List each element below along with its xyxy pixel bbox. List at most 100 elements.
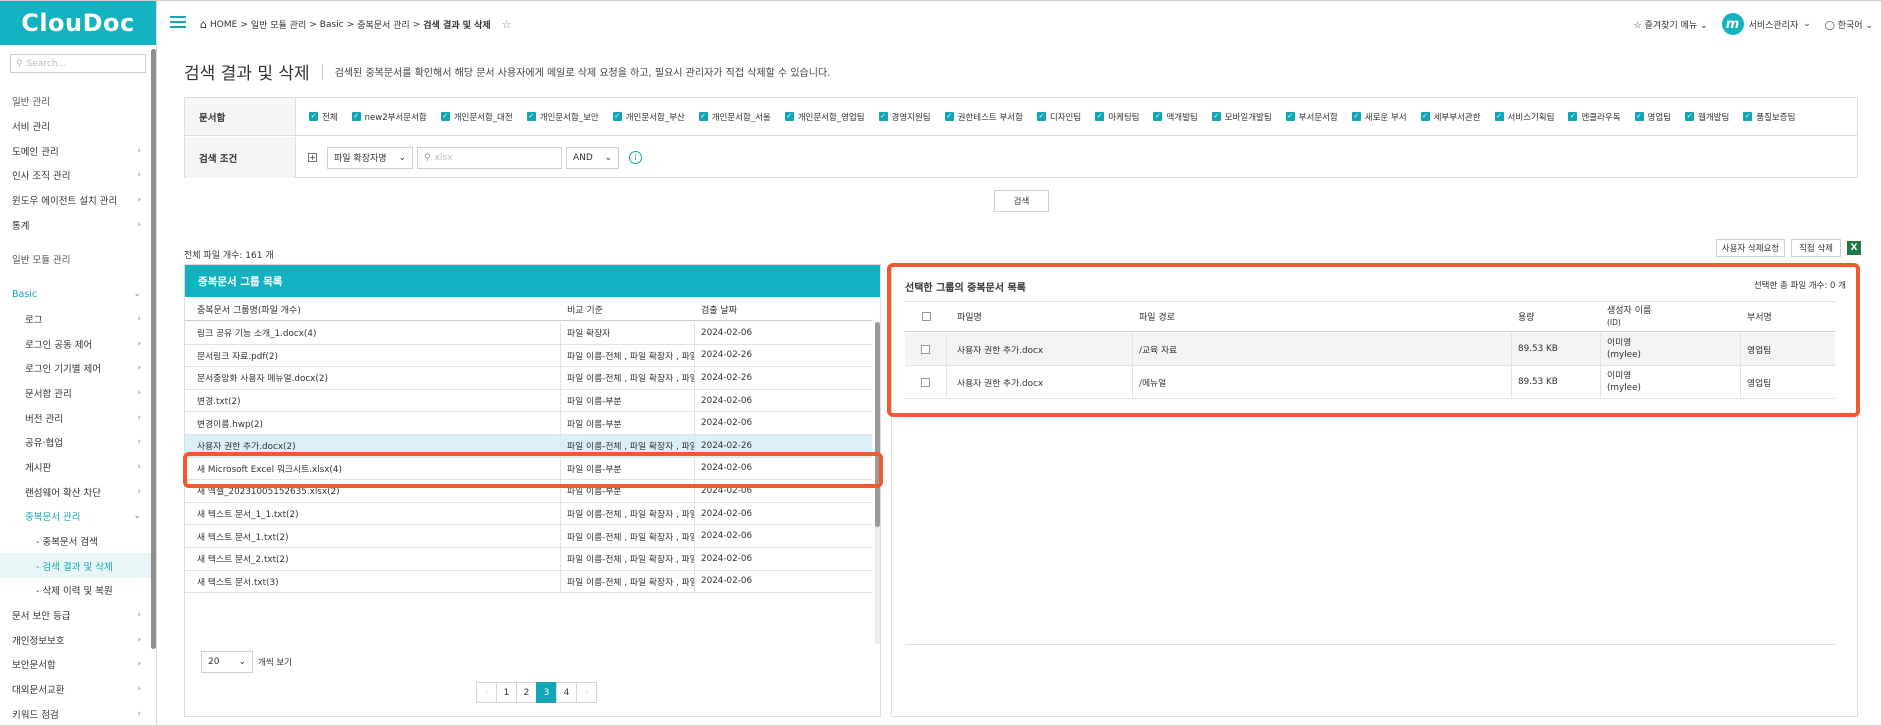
excel-export-icon[interactable]: X [1847,241,1861,255]
checkbox-checked-icon: ✓ [1036,112,1046,121]
checkbox-checked-icon: ✓ [526,112,536,121]
sidebar-item-login-device[interactable]: 로그인 기기별 제어 › [0,356,151,381]
docbox-checkbox[interactable]: ✓ 전체 [309,111,338,123]
breadcrumb-home[interactable]: HOME [210,20,237,30]
breadcrumb-duplicate[interactable]: 중복문서 관리 [357,18,410,31]
prev-page-button[interactable]: ‹ [476,682,497,703]
sidebar-item-security-grade[interactable]: 문서 보안 등급 › [0,603,151,628]
sidebar-item-keyword[interactable]: 키워드 점검 › [0,702,151,726]
date-cell: 2024-02-06 [701,508,753,519]
page-button[interactable]: 4 [556,682,577,703]
docbox-checkbox[interactable]: ✓ 마케팅팀 [1095,111,1139,123]
docbox-checkbox[interactable]: ✓ 세부부서관한 [1420,111,1481,123]
next-page-button[interactable]: › [576,682,597,703]
home-icon[interactable]: ⌂ [200,18,207,31]
docbox-checkbox[interactable]: ✓ 엔클라우독 [1568,111,1621,123]
sidebar-item-general[interactable]: 일반 관리 [0,89,151,114]
docbox-checkbox[interactable]: ✓ 새로운 부서 [1351,111,1407,123]
table-row[interactable]: 변경.txt(2) 파일 이름-부분 2024-02-06 [185,389,872,413]
breadcrumb-module[interactable]: 일반 모듈 관리 [251,18,306,31]
sidebar-item-domain[interactable]: 도메인 관리 › [0,138,151,163]
col-date[interactable]: 검출 날짜 [695,299,872,320]
sidebar-item-board[interactable]: 게시판 › [0,455,151,480]
docbox-checkbox[interactable]: ✓ 개인문서함_보안 [526,111,599,123]
breadcrumb-basic[interactable]: Basic [320,20,344,30]
sidebar-item-external[interactable]: 대외문서교환 › [0,677,151,702]
docbox-checkbox[interactable]: ✓ 영업팀 [1634,111,1671,123]
add-condition-icon[interactable]: + [308,153,317,162]
sidebar-item-share[interactable]: 공유·협업 › [0,430,151,455]
condition-value-input[interactable]: ⚲ xlsx [417,146,562,169]
docbox-checkbox[interactable]: ✓ 품질보증팀 [1743,111,1795,123]
page-button[interactable]: 3 [536,682,557,703]
docbox-checkbox[interactable]: ✓ 웹개발팀 [1685,111,1729,123]
docbox-checkbox[interactable]: ✓ new2부서문서함 [351,111,427,123]
sidebar-item-agent[interactable]: 윈도우 에이전트 설치 관리 › [0,188,151,213]
page-button[interactable]: 2 [516,682,537,703]
language-select[interactable]: ◯ 한국어 ⌄ [1825,18,1873,31]
docbox-checkbox[interactable]: ✓ 경영지원팀 [878,111,931,123]
page-size-select[interactable]: 20 ⌄ [201,651,253,673]
sidebar-search-input[interactable]: ⚲ Search... [10,54,146,73]
sidebar-item-stats[interactable]: 통계 › [0,212,151,237]
chevron-down-icon: ⌄ [398,152,406,163]
sidebar-item-dup-results[interactable]: - 검색 결과 및 삭제 [0,553,151,579]
star-icon[interactable]: ☆ [502,18,512,31]
docbox-checkbox[interactable]: ✓ 부서문서함 [1285,111,1338,123]
docbox-checkbox[interactable]: ✓ 개인문서함_부산 [612,111,685,123]
sidebar-item-docbox[interactable]: 문서함 관리 › [0,381,151,406]
sidebar-item-privacy[interactable]: 개인정보보호 › [0,627,151,652]
table-row[interactable]: 새 텍스트 문서_1_1.txt(2) 파일 이름-전체 , 파일 확장자 , 파… [185,502,872,526]
sidebar-item-dup-search[interactable]: - 중복문서 검색 [0,529,151,554]
condition-field-select[interactable]: 파일 확장자명 ⌄ [327,146,413,169]
date-cell: 2024-02-26 [701,372,753,383]
sidebar-item-version[interactable]: 버전 관리 › [0,405,151,430]
docbox-checkbox[interactable]: ✓ 모바일개발팀 [1211,111,1272,123]
docbox-checkbox[interactable]: ✓ 맥개발팀 [1153,111,1198,123]
page-button[interactable]: 1 [496,682,517,703]
breadcrumb-current: 검색 결과 및 삭제 [423,21,491,31]
checkbox-checked-icon: ✓ [1420,112,1430,121]
sidebar-item-module[interactable]: 일반 모듈 관리 [0,247,151,272]
request-delete-button[interactable]: 사용자 삭제요청 [1716,239,1785,257]
table-row[interactable]: 문서링크 자료.pdf(2) 파일 이름-전체 , 파일 확장자 , 파일 2024… [185,344,872,368]
docbox-checkbox[interactable]: ✓ 권한테스트 부서함 [944,111,1023,123]
docbox-checkbox[interactable]: ✓ 디자인팀 [1036,111,1081,123]
logic-select[interactable]: AND ⌄ [566,146,619,169]
sidebar-item-server[interactable]: 서비 관리 [0,114,151,139]
sidebar-item-log[interactable]: 로그 › [0,307,151,332]
favorites-menu[interactable]: ☆ 즐겨찾기 메뉴 ⌄ [1634,18,1708,31]
sidebar-item-dup-history[interactable]: - 삭제 이력 및 복원 [0,578,151,603]
sidebar-menu: 일반 관리 서비 관리 도메인 관리 › 인사 조직 관리 › 윈도우 에이전트 설… [0,89,151,725]
sidebar-item-duplicate[interactable]: 중복문서 관리 ⌄ [0,504,151,529]
docbox-checkbox[interactable]: ✓ 개인문서함_서울 [698,111,771,123]
table-row[interactable]: 문서중앙화 사용자 메뉴얼.docx(2) 파일 이름-전체 , 파일 확장자 ,… [185,367,872,390]
sidebar-item-login-common[interactable]: 로그인 공동 제어 › [0,331,151,356]
sidebar-item-basic[interactable]: Basic ⌄ [0,282,151,307]
sidebar-item-ransomware[interactable]: 랜섬웨어 확산 차단 › [0,479,151,504]
docbox-checkbox[interactable]: ✓ 개인문서함_영업팀 [784,111,865,123]
docbox-checkbox[interactable]: ✓ 개인문서함_대전 [440,111,513,123]
table-row[interactable]: 링크 공유 기능 소개_1.docx(4) 파일 확장자 2024-02-06 [185,322,872,345]
sidebar-scrollbar[interactable] [151,49,156,649]
search-button[interactable]: 검색 [994,190,1049,212]
chevron-right-icon: › [137,708,141,719]
docbox-checkbox[interactable]: ✓ 서비스기획팀 [1494,111,1554,123]
col-criteria[interactable]: 비교 기준 [561,299,695,320]
table-row[interactable]: 새 텍스트 문서_1.txt(2) 파일 이름-전체 , 파일 확장자 , 파일 2… [185,525,872,548]
direct-delete-button[interactable]: 직접 삭제 [1791,239,1841,257]
group-name-cell: 문서중앙화 사용자 메뉴얼.docx(2) [185,367,561,389]
sidebar-item-secure-docbox[interactable]: 보안문서함 › [0,652,151,677]
date-cell: 2024-02-26 [701,350,753,361]
menu-icon[interactable] [170,16,186,28]
table-row[interactable]: 변경이름.hwp(2) 파일 이름-부분 2024-02-06 [185,412,872,435]
table-row[interactable]: 새 텍스트 문서_2.txt(2) 파일 이름-전체 , 파일 확장자 , 파일 2… [185,548,872,571]
user-menu[interactable]: m 서비스관리자 ⌄ [1721,13,1811,35]
table-row[interactable]: 새 텍스트 문서.txt(3) 파일 이름-전체 , 파일 확장자 , 파일 202… [185,570,872,594]
col-group-name[interactable]: 중복문서 그룹명(파일 개수) [185,299,561,320]
date-cell: 2024-02-06 [701,418,753,429]
checkbox-checked-icon: ✓ [878,112,888,121]
sidebar-item-org[interactable]: 인사 조직 관리 › [0,163,151,188]
checkbox-checked-icon: ✓ [612,112,622,121]
info-icon[interactable]: i [629,151,642,164]
